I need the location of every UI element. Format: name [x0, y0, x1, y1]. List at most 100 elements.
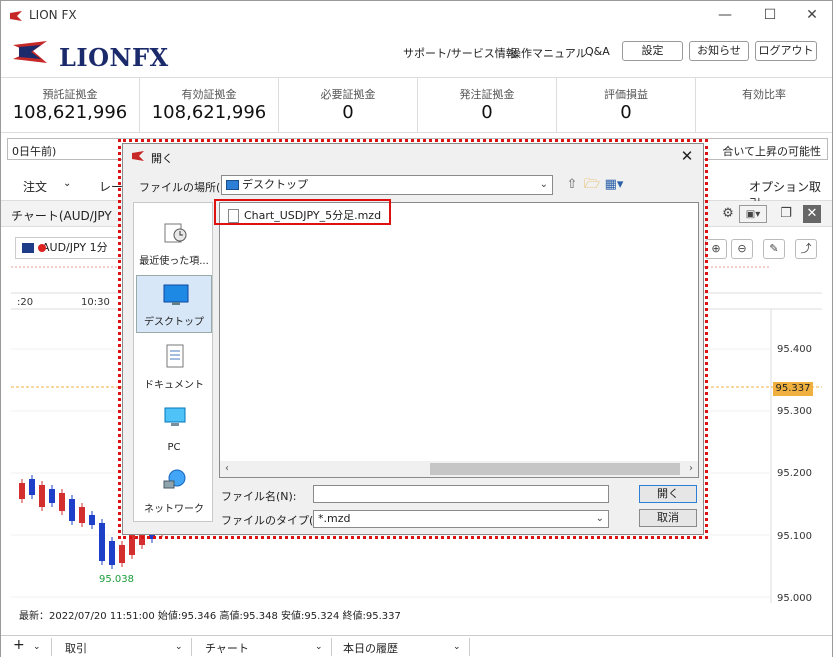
file-highlight-box — [214, 199, 391, 225]
filetype-value: *.mzd — [318, 512, 351, 525]
place-label: ドキュメント — [144, 380, 204, 391]
scroll-right-icon[interactable]: › — [684, 461, 698, 477]
gear-icon[interactable]: ⚙ — [719, 205, 737, 223]
summary-label: 発注証拠金 — [459, 88, 515, 101]
ohlc-readout: 最新：2022/07/20 11:51:00 始値:95.346 高値:95.3… — [19, 611, 401, 622]
app-header: LIONFX サポート/サービス情報 操作マニュアル Q&A 設定 お知らせ ロ… — [1, 31, 832, 73]
lion-logo-icon — [13, 41, 47, 63]
view-menu-icon[interactable]: ▦▾ — [603, 176, 625, 194]
minimize-button[interactable]: — — [711, 5, 739, 25]
cancel-button[interactable]: 取消 — [639, 509, 697, 527]
menu-order[interactable]: 注文 — [23, 178, 47, 195]
chevron-down-icon[interactable]: ⌄ — [175, 642, 183, 652]
maximize-button[interactable]: ☐ — [756, 5, 784, 25]
scrollbar-thumb[interactable] — [430, 463, 680, 475]
news-right-text: 合いて上昇の可能性 — [722, 145, 821, 158]
chevron-down-icon[interactable]: ⌄ — [453, 642, 461, 652]
qa-link[interactable]: Q&A — [585, 45, 610, 58]
network-icon — [163, 469, 186, 489]
up-folder-icon[interactable]: ⇧ — [563, 176, 581, 194]
price-tick: 95.100 — [777, 531, 812, 542]
filename-input[interactable] — [313, 485, 609, 503]
price-tick: 95.400 — [777, 344, 812, 355]
summary-value: 0 — [620, 102, 632, 123]
restore-icon[interactable]: ❐ — [777, 205, 795, 223]
zoom-out-icon[interactable]: ⊖ — [731, 239, 753, 259]
time-label: 10:30 — [81, 297, 110, 308]
filetype-select[interactable]: *.mzd ⌄ — [313, 510, 609, 528]
price-tick: 95.000 — [777, 593, 812, 604]
summary-deposit: 預託証拠金 108,621,996 — [1, 78, 140, 132]
filetype-label: ファイルのタイプ(T): — [221, 514, 329, 527]
pen-icon[interactable]: ✎ — [763, 239, 785, 259]
summary-value: 108,621,996 — [151, 102, 267, 123]
logout-button[interactable]: ログアウト — [755, 41, 817, 61]
candle — [49, 489, 55, 503]
place-network[interactable]: ネットワーク — [136, 461, 212, 519]
add-tab-button[interactable]: + — [13, 637, 25, 653]
tab-history[interactable]: 本日の履歴 — [343, 640, 398, 656]
location-select[interactable]: デスクトップ ⌄ — [221, 175, 553, 195]
pc-icon — [164, 407, 186, 426]
summary-effective: 有効証拠金 108,621,996 — [140, 78, 279, 132]
manual-link[interactable]: 操作マニュアル — [510, 45, 587, 61]
place-desktop[interactable]: デスクトップ — [136, 275, 212, 333]
candle — [99, 523, 105, 561]
horizontal-scrollbar[interactable]: ‹ › — [220, 461, 698, 477]
chevron-down-icon: ⌄ — [595, 513, 604, 524]
place-documents[interactable]: ドキュメント — [136, 337, 212, 395]
candle — [29, 479, 35, 495]
dialog-close-icon[interactable]: ✕ — [677, 146, 697, 166]
summary-value: 0 — [481, 102, 493, 123]
australia-flag-icon — [22, 243, 34, 253]
place-label: デスクトップ — [144, 317, 204, 328]
lion-app-icon — [10, 11, 22, 21]
candle — [19, 483, 25, 499]
window-title: LION FX — [29, 8, 77, 22]
panel-close-icon[interactable]: ✕ — [803, 205, 821, 223]
desktop-icon — [163, 284, 189, 305]
file-list[interactable]: Chart_USDJPY_5分足.mzd ‹ › — [219, 202, 699, 478]
chart-panel-title: チャート(AUD/JPY — [11, 209, 112, 223]
summary-required: 必要証拠金 0 — [279, 78, 418, 132]
title-bar: LION FX — ☐ ✕ — [1, 1, 832, 31]
chart-tool-icon[interactable]: ⤴ — [795, 239, 817, 259]
tab-trade[interactable]: 取引 — [65, 640, 87, 656]
candle — [89, 515, 95, 525]
notices-button[interactable]: お知らせ — [689, 41, 749, 61]
summary-value: 108,621,996 — [12, 102, 128, 123]
place-pc[interactable]: PC — [136, 399, 212, 457]
tab-chart[interactable]: チャート — [205, 640, 249, 656]
chevron-down-icon[interactable]: ⌄ — [33, 642, 41, 652]
close-button[interactable]: ✕ — [798, 5, 826, 25]
summary-ratio: 有効比率 — [696, 78, 832, 132]
place-label: 最近使った項... — [139, 256, 209, 267]
symbol-label: AUD/JPY 1分 — [42, 241, 108, 254]
zoom-in-icon[interactable]: ⊕ — [705, 239, 727, 259]
status-dot-icon — [38, 244, 46, 252]
tab-separator — [51, 638, 52, 656]
summary-value: 0 — [342, 102, 354, 123]
summary-order-margin: 発注証拠金 0 — [418, 78, 557, 132]
open-button[interactable]: 開く — [639, 485, 697, 503]
tab-separator — [191, 638, 192, 656]
dialog-title: 開く — [151, 152, 173, 165]
chevron-down-icon[interactable]: ⌄ — [315, 642, 323, 652]
settings-button[interactable]: 設定 — [622, 41, 683, 61]
logo-text: LIONFX — [59, 43, 169, 72]
candle — [79, 507, 85, 523]
layout-dropdown-icon[interactable]: ▣▾ — [739, 205, 767, 223]
chevron-down-icon[interactable]: ⌄ — [63, 178, 71, 189]
desktop-icon — [226, 180, 239, 190]
low-price-label: 95.038 — [99, 574, 134, 585]
price-tick: 95.200 — [777, 468, 812, 479]
location-label: ファイルの場所(I): — [139, 181, 232, 194]
place-label: ネットワーク — [144, 504, 204, 515]
new-folder-icon[interactable]: 🗁 — [583, 176, 601, 194]
scroll-left-icon[interactable]: ‹ — [220, 461, 234, 477]
symbol-selector[interactable]: AUD/JPY 1分 — [15, 237, 125, 259]
place-recent[interactable]: 最近使った項... — [136, 213, 212, 271]
open-file-dialog: 開く ✕ ファイルの場所(I): デスクトップ ⌄ ⇧ 🗁 ▦▾ 最近使った項.… — [122, 143, 704, 535]
support-link[interactable]: サポート/サービス情報 — [403, 45, 517, 61]
summary-label: 評価損益 — [604, 88, 648, 101]
